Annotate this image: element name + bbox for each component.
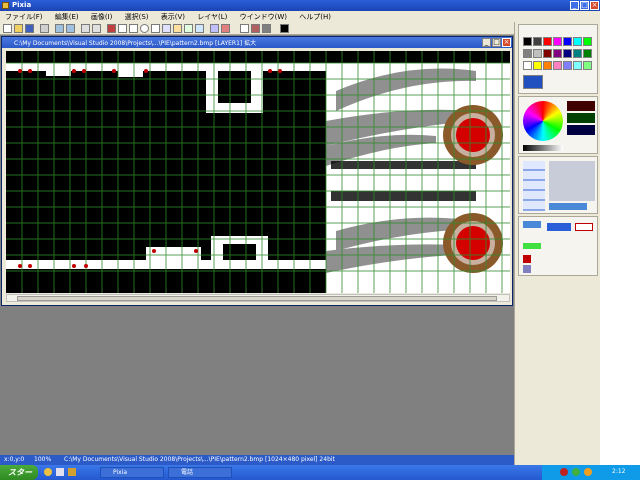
color-slider-green[interactable]	[567, 113, 595, 123]
doc-close-button[interactable]: ×	[502, 38, 511, 47]
polygon-tool-icon[interactable]	[151, 24, 160, 33]
open-folder-icon[interactable]	[14, 24, 23, 33]
document-title: C:\My Documents\Visual Studio 2008\Proje…	[14, 40, 257, 47]
canvas-image	[6, 51, 510, 293]
fill-tool-icon[interactable]	[173, 24, 182, 33]
palette-swatch-purple[interactable]	[553, 49, 562, 58]
filter-tool-icon[interactable]	[221, 24, 230, 33]
palette-swatch-teal[interactable]	[573, 49, 582, 58]
color-palette-panel	[518, 24, 598, 94]
system-tray: 2:12	[542, 465, 640, 480]
palette-swatch-lightgreen[interactable]	[583, 61, 592, 70]
quicklaunch-browser-icon[interactable]	[44, 468, 52, 476]
undo-icon[interactable]	[55, 24, 64, 33]
brush-shapes-grid[interactable]	[523, 161, 545, 211]
layer-row-selected[interactable]	[547, 223, 571, 231]
palette-swatch-lightcyan[interactable]	[573, 61, 582, 70]
white-color-icon[interactable]	[240, 24, 249, 33]
pen-tool-icon[interactable]	[107, 24, 116, 33]
status-coords: x:0,y:0	[4, 456, 25, 463]
windows-taskbar: スタート Pixia 電話 2:12	[0, 465, 640, 492]
layer-thumbnail	[575, 223, 593, 231]
palette-swatch-silver[interactable]	[533, 49, 542, 58]
palette-swatch-black[interactable]	[523, 37, 532, 46]
color-slider-red[interactable]	[567, 101, 595, 111]
palette-swatch-pink[interactable]	[553, 61, 562, 70]
brush-preview	[549, 161, 595, 201]
tray-clock: 2:12	[612, 468, 626, 475]
palette-swatch-maroon[interactable]	[543, 49, 552, 58]
color-wheel[interactable]	[523, 101, 563, 141]
brightness-bar[interactable]	[523, 145, 563, 151]
document-title-bar: C:\My Documents\Visual Studio 2008\Proje…	[2, 37, 512, 48]
palette-swatch-blue[interactable]	[563, 37, 572, 46]
circle-tool-icon[interactable]	[140, 24, 149, 33]
quicklaunch-desktop-icon[interactable]	[56, 468, 64, 476]
app-title: Pixia	[12, 1, 32, 9]
tray-network-icon[interactable]	[572, 468, 580, 476]
right-tool-panel	[514, 22, 600, 465]
layer-delete-icon[interactable]	[523, 255, 531, 263]
app-title-bar: Pixia _ □ ×	[0, 0, 600, 11]
pixia-app-icon	[2, 2, 9, 9]
palette-swatch-darkgray[interactable]	[533, 37, 542, 46]
taskbar-item-pixia[interactable]: Pixia	[100, 467, 164, 478]
brush-tools-panel	[518, 156, 598, 214]
start-button[interactable]: スタート	[0, 465, 38, 492]
color-picker-panel	[518, 96, 598, 154]
document-window: C:\My Documents\Visual Studio 2008\Proje…	[1, 36, 513, 306]
lasso-tool-icon[interactable]	[162, 24, 171, 33]
layer-visible-toggle[interactable]	[523, 243, 541, 249]
main-toolbar	[0, 22, 514, 35]
copy-icon[interactable]	[81, 24, 90, 33]
line-tool-icon[interactable]	[129, 24, 138, 33]
layer-tool-icon[interactable]	[210, 24, 219, 33]
black-color-icon[interactable]	[280, 24, 289, 33]
layer-button-new[interactable]	[523, 221, 541, 228]
maximize-button[interactable]: □	[580, 1, 589, 10]
redo-icon[interactable]	[66, 24, 75, 33]
close-button[interactable]: ×	[590, 1, 599, 10]
save-icon[interactable]	[25, 24, 34, 33]
gray-tool-icon[interactable]	[262, 24, 271, 33]
new-file-icon[interactable]	[3, 24, 12, 33]
palette-side-strip[interactable]	[523, 75, 543, 89]
palette-swatch-magenta[interactable]	[553, 37, 562, 46]
menu-bar: ファイル(F) 編集(E) 画像(I) 選択(S) 表示(V) レイヤ(L) ウ…	[0, 11, 600, 22]
palette-swatch-cyan[interactable]	[573, 37, 582, 46]
select-rect-icon[interactable]	[118, 24, 127, 33]
palette-tool-icon[interactable]	[251, 24, 260, 33]
taskbar-item-phone[interactable]: 電話	[168, 467, 232, 478]
status-bar: x:0,y:0 100% C:\My Documents\Visual Stud…	[0, 455, 514, 465]
doc-minimize-button[interactable]: _	[482, 38, 491, 47]
text-tool-icon[interactable]	[184, 24, 193, 33]
palette-swatch-orange[interactable]	[543, 61, 552, 70]
status-path: C:\My Documents\Visual Studio 2008\Proje…	[64, 456, 335, 463]
horizontal-scroll-thumb[interactable]	[17, 296, 497, 301]
paste-icon[interactable]	[92, 24, 101, 33]
palette-swatch-green[interactable]	[583, 37, 592, 46]
palette-swatch-navy[interactable]	[563, 49, 572, 58]
print-icon[interactable]	[40, 24, 49, 33]
layer-panel	[518, 216, 598, 276]
palette-swatch-white[interactable]	[523, 61, 532, 70]
minimize-button[interactable]: _	[570, 1, 579, 10]
palette-swatch-darkgreen[interactable]	[583, 49, 592, 58]
tray-volume-icon[interactable]	[584, 468, 592, 476]
quicklaunch-folder-icon[interactable]	[68, 468, 76, 476]
palette-swatch-gray[interactable]	[523, 49, 532, 58]
horizontal-scrollbar[interactable]	[6, 294, 510, 302]
brush-size-slider[interactable]	[549, 203, 587, 210]
image-canvas[interactable]	[6, 51, 510, 293]
palette-swatch-lightblue[interactable]	[563, 61, 572, 70]
zoom-tool-icon[interactable]	[195, 24, 204, 33]
color-slider-blue[interactable]	[567, 125, 595, 135]
layer-properties-icon[interactable]	[523, 265, 531, 273]
tray-security-icon[interactable]	[560, 468, 568, 476]
palette-swatch-red[interactable]	[543, 37, 552, 46]
palette-swatch-yellow[interactable]	[533, 61, 542, 70]
doc-maximize-button[interactable]: □	[492, 38, 501, 47]
status-zoom: 100%	[34, 456, 52, 463]
